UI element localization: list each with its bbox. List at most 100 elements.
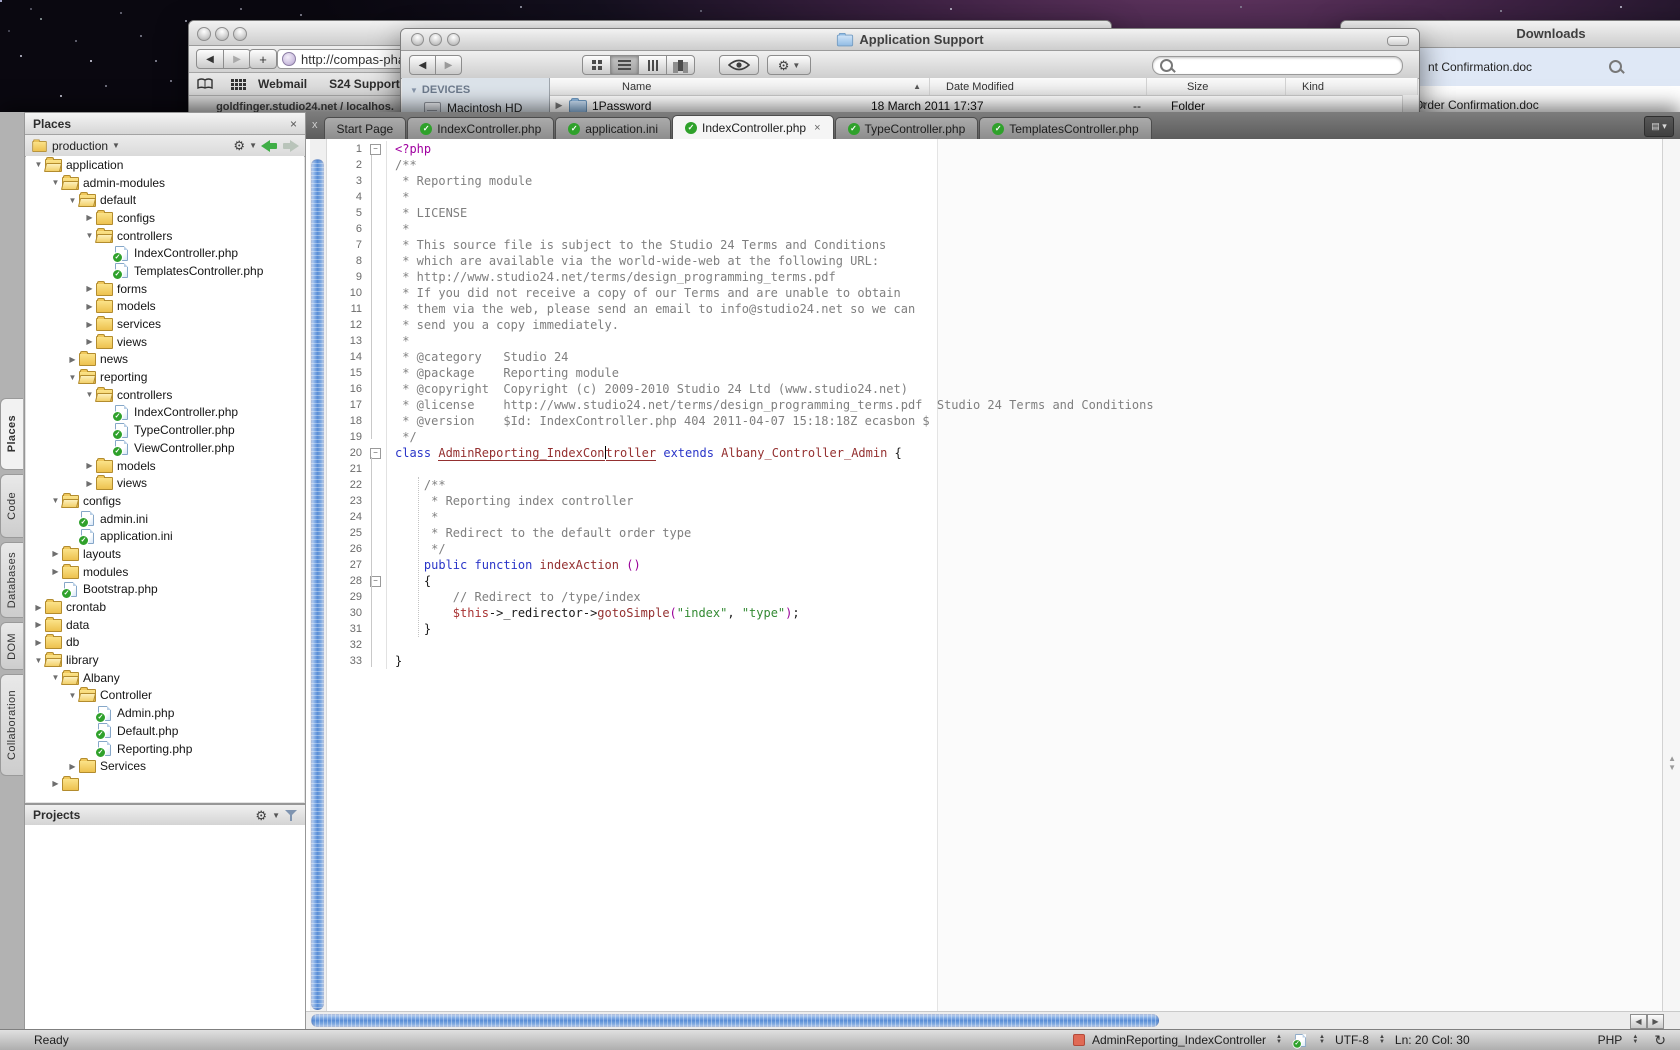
coverflow-view-button[interactable]: [666, 55, 695, 75]
code-line[interactable]: 1−<?php: [326, 141, 1660, 157]
code-line[interactable]: 7 * This source file is subject to the S…: [326, 237, 1660, 253]
tree-item-models[interactable]: ▶models: [26, 298, 304, 316]
editor-left-scrollbar[interactable]: [310, 139, 327, 1012]
scroll-right-button[interactable]: ▶: [1647, 1014, 1664, 1029]
encoding-indicator[interactable]: UTF-8: [1335, 1033, 1369, 1047]
code-line[interactable]: 22 /**: [326, 477, 1660, 493]
finder-titlebar[interactable]: Application Support: [401, 29, 1419, 51]
code-line[interactable]: 19 */: [326, 429, 1660, 445]
top-sites-icon[interactable]: [231, 79, 234, 82]
code-line[interactable]: 20−class AdminReporting_IndexController …: [326, 445, 1660, 461]
side-tab-code[interactable]: Code: [0, 474, 23, 538]
disclosure-triangle[interactable]: ▶: [32, 620, 45, 629]
disclosure-triangle[interactable]: ▶: [554, 100, 564, 111]
encoding-stepper[interactable]: ▲▼: [1379, 1035, 1385, 1045]
editor-horizontal-scrollbar[interactable]: ◀▶: [306, 1011, 1680, 1030]
toolbar-toggle-pill[interactable]: [1387, 36, 1409, 46]
symbol-stepper[interactable]: ▲▼: [1276, 1035, 1282, 1045]
code-line[interactable]: 24 *: [326, 509, 1660, 525]
disclosure-triangle[interactable]: ▼: [49, 673, 62, 682]
current-symbol[interactable]: AdminReporting_IndexController: [1092, 1033, 1266, 1047]
tree-item-modules[interactable]: ▶modules: [26, 563, 304, 581]
disclosure-triangle[interactable]: ▼: [49, 178, 62, 187]
icon-view-button[interactable]: [582, 55, 611, 75]
editor-tab-application-ini[interactable]: ✓application.ini: [555, 117, 671, 139]
tree-item-views[interactable]: ▶views: [26, 333, 304, 351]
bookmark-webmail[interactable]: Webmail: [258, 77, 307, 91]
action-menu-button[interactable]: ⚙▼: [767, 55, 811, 75]
code-line[interactable]: 6 *: [326, 221, 1660, 237]
tree-item-controllers[interactable]: ▼controllers: [26, 386, 304, 404]
disclosure-triangle[interactable]: ▼: [66, 196, 79, 205]
finder-forward-button[interactable]: ▶: [435, 55, 462, 75]
close-panel-icon[interactable]: ×: [290, 119, 297, 129]
code-line[interactable]: 5 * LICENSE: [326, 205, 1660, 221]
disclosure-triangle[interactable]: ▶: [83, 479, 96, 488]
disclosure-triangle[interactable]: ▼: [32, 656, 45, 665]
disclosure-triangle[interactable]: ▶: [83, 302, 96, 311]
tree-item-bootstrap-php[interactable]: Bootstrap.php: [26, 581, 304, 599]
tree-item-viewcontroller-php[interactable]: ViewController.php: [26, 439, 304, 457]
column-header-name[interactable]: Name▲: [550, 78, 930, 95]
quick-look-button[interactable]: [719, 55, 759, 75]
disclosure-triangle[interactable]: ▶: [66, 762, 79, 771]
browser-back-button[interactable]: ◀: [196, 49, 224, 69]
disclosure-triangle[interactable]: ▶: [83, 337, 96, 346]
projects-gear-icon[interactable]: ⚙: [255, 809, 267, 822]
tree-item-typecontroller-php[interactable]: TypeController.php: [26, 421, 304, 439]
browser-forward-button[interactable]: ▶: [223, 49, 251, 69]
bookmark-s24-support[interactable]: S24 Support: [329, 77, 400, 91]
tree-item-indexcontroller-php[interactable]: IndexController.php: [26, 244, 304, 262]
tree-item-views[interactable]: ▶views: [26, 474, 304, 492]
side-tab-databases[interactable]: Databases: [0, 542, 23, 618]
tab-list-button[interactable]: ▤ ▾: [1644, 116, 1674, 137]
tree-item-indexcontroller-php[interactable]: IndexController.php: [26, 404, 304, 422]
tree-item-library[interactable]: ▼library: [26, 651, 304, 669]
code-line[interactable]: 18 * @version $Id: IndexController.php 4…: [326, 413, 1660, 429]
code-line[interactable]: 11 * them via the web, please send an em…: [326, 301, 1660, 317]
tree-item-data[interactable]: ▶data: [26, 616, 304, 634]
tree-item-crontab[interactable]: ▶crontab: [26, 598, 304, 616]
editor-tab-indexcontroller-php[interactable]: ✓IndexController.php: [407, 117, 554, 139]
tree-item-models[interactable]: ▶models: [26, 457, 304, 475]
tree-item-services[interactable]: ▶Services: [26, 757, 304, 775]
disclosure-triangle[interactable]: ▼: [66, 373, 79, 382]
tree-item-albany[interactable]: ▼Albany: [26, 669, 304, 687]
tree-item-services[interactable]: ▶services: [26, 315, 304, 333]
code-line[interactable]: 16 * @copyright Copyright (c) 2009-2010 …: [326, 381, 1660, 397]
new-tab-button[interactable]: +: [249, 49, 277, 69]
finder-back-button[interactable]: ◀: [409, 55, 436, 75]
disclosure-triangle[interactable]: ▶: [49, 549, 62, 558]
close-tab-icon[interactable]: ×: [814, 122, 820, 134]
tree-item-application[interactable]: ▼application: [26, 156, 304, 174]
code-line[interactable]: 33}: [326, 653, 1660, 669]
sync-icon[interactable]: ↻: [1654, 1032, 1666, 1049]
code-line[interactable]: 21: [326, 461, 1660, 477]
language-indicator[interactable]: PHP: [1598, 1033, 1623, 1047]
tree-item-admin-ini[interactable]: admin.ini: [26, 510, 304, 528]
disclosure-triangle[interactable]: ▶: [49, 567, 62, 576]
code-editor[interactable]: 1−<?php2/**3 * Reporting module4 *5 * LI…: [326, 141, 1660, 669]
code-line[interactable]: 29 // Redirect to /type/index: [326, 589, 1660, 605]
disclosure-triangle[interactable]: ▶: [83, 320, 96, 329]
tree-item-default[interactable]: ▼default: [26, 191, 304, 209]
history-back-button[interactable]: [261, 140, 278, 152]
tree-item-controllers[interactable]: ▼controllers: [26, 227, 304, 245]
list-view-button[interactable]: [610, 55, 639, 75]
tree-item-controller[interactable]: ▼Controller: [26, 687, 304, 705]
tree-item-layouts[interactable]: ▶layouts: [26, 545, 304, 563]
editor-tab-typecontroller-php[interactable]: ✓TypeController.php: [835, 117, 979, 139]
editor-tab-indexcontroller-php[interactable]: ✓IndexController.php×: [672, 115, 834, 139]
tabbar-close-icon[interactable]: x: [312, 119, 318, 131]
code-line[interactable]: 27 public function indexAction (): [326, 557, 1660, 573]
tree-item-templatescontroller-php[interactable]: TemplatesController.php: [26, 262, 304, 280]
disclosure-triangle[interactable]: ▶: [32, 638, 45, 647]
zoom-window-button[interactable]: [233, 27, 247, 41]
disclosure-triangle[interactable]: ▶: [66, 355, 79, 364]
minimize-window-button[interactable]: [215, 27, 229, 41]
scrollbar-thumb[interactable]: [311, 1014, 1159, 1027]
side-tab-places[interactable]: Places: [0, 398, 23, 470]
code-line[interactable]: 4 *: [326, 189, 1660, 205]
scrollbar-thumb[interactable]: [311, 159, 324, 1010]
tree-item-default-php[interactable]: Default.php: [26, 722, 304, 740]
